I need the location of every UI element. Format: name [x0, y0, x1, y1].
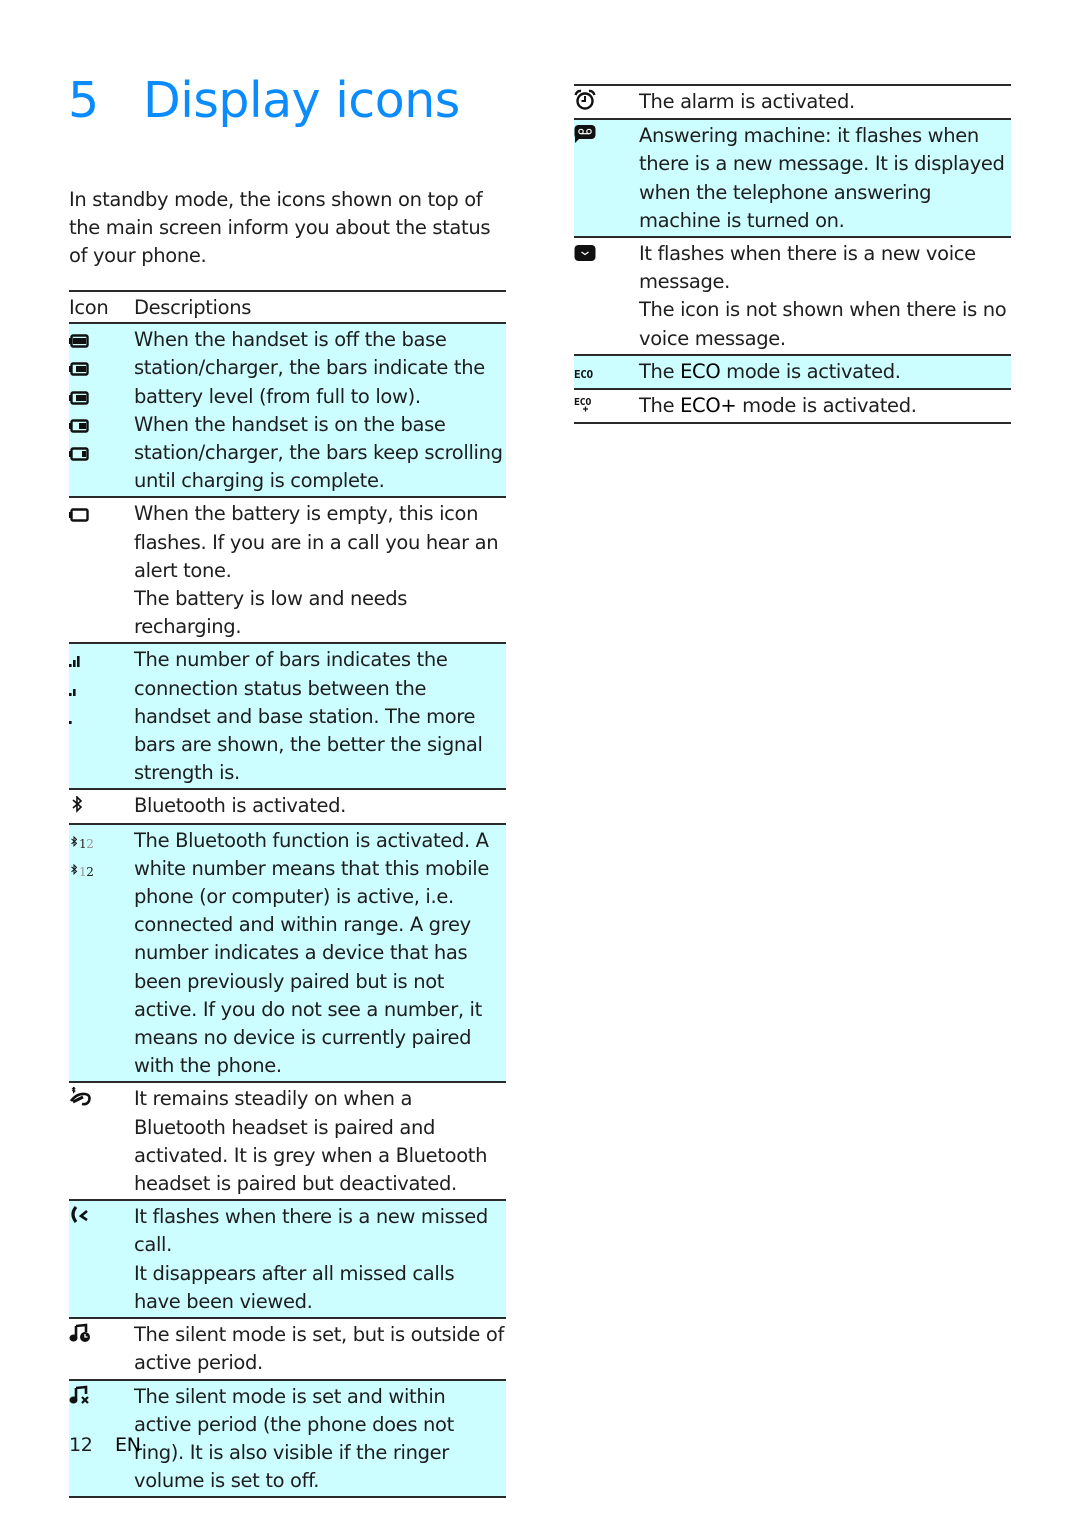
eco-mode-icon: ECO — [574, 360, 598, 388]
page-footer: 12 EN — [69, 1434, 141, 1456]
intro-paragraph: In standby mode, the icons shown on top … — [69, 188, 491, 268]
battery-2-bars-icon — [69, 385, 89, 413]
description-text: The battery is low and needs recharging. — [134, 587, 408, 639]
description-text: The alarm is activated. — [639, 90, 855, 113]
bluetooth-headset-icon — [69, 1086, 93, 1115]
icon-cell: ECO — [574, 389, 639, 425]
description-text: When the battery is empty, this icon fla… — [134, 502, 499, 582]
display-icons-table-continued: The alarm is activated. Answering machine… — [574, 83, 1011, 425]
signal-2-bars-icon — [69, 677, 83, 705]
description-cell: Bluetooth is activated. — [134, 789, 506, 825]
description-text: When the handset is off the base station… — [134, 328, 485, 408]
display-icons-table: Icon Descriptions When the handset is of… — [69, 289, 506, 1499]
icon-cell — [574, 83, 639, 121]
description-text: Answering machine: it flashes when there… — [639, 124, 1005, 232]
description-cell: When the battery is empty, this icon fla… — [134, 497, 506, 645]
description-text: The ECO mode is activated. — [639, 359, 901, 383]
svg-text:ECO: ECO — [574, 397, 591, 408]
battery-full-icon — [69, 328, 89, 356]
table-row: It remains steadily on when a Bluetooth … — [69, 1082, 506, 1202]
icon-cell — [574, 237, 639, 356]
table-row: 12 12 The Bluetooth function is activated.… — [69, 823, 506, 1084]
icon-cell — [69, 497, 134, 645]
voice-message-icon — [574, 242, 596, 270]
icon-cell — [69, 789, 134, 825]
battery-1-bar-icon — [69, 413, 89, 441]
icon-cell: ECO — [574, 354, 639, 391]
table-row: It flashes when there is a new voice mes… — [574, 237, 1011, 356]
description-text: It flashes when there is a new voice mes… — [639, 242, 976, 294]
description-text: When the handset is on the base station/… — [134, 412, 503, 493]
table-row: Bluetooth is activated. — [69, 789, 506, 825]
table-row: When the battery is empty, this icon fla… — [69, 497, 506, 645]
chapter-number: 5 — [68, 72, 99, 129]
description-cell: The ECO+ mode is activated. — [639, 389, 1011, 425]
description-cell: The silent mode is set, but is outside o… — [134, 1318, 506, 1381]
battery-low-icon — [69, 441, 89, 469]
header-descriptions: Descriptions — [134, 289, 506, 325]
table-row: The alarm is activated. — [574, 83, 1011, 121]
table-row: The silent mode is set, but is outside o… — [69, 1318, 506, 1381]
language-code: EN — [115, 1434, 141, 1456]
icon-cell — [574, 119, 639, 238]
description-cell: The alarm is activated. — [639, 83, 1011, 121]
svg-text:ECO: ECO — [574, 368, 594, 380]
description-cell: The Bluetooth function is activated. A w… — [134, 823, 506, 1084]
page-title: 5 Display icons — [68, 72, 460, 129]
table-row: It flashes when there is a new missed ca… — [69, 1200, 506, 1320]
table-header-row: Icon Descriptions — [69, 289, 506, 325]
bluetooth-device-2-active-icon: 12 — [69, 856, 94, 886]
eco-plus-mode-icon: ECO — [574, 394, 598, 422]
description-text: Bluetooth is activated. — [134, 794, 347, 818]
description-cell: It remains steadily on when a Bluetooth … — [134, 1082, 506, 1202]
mode-name: ECO — [680, 359, 721, 383]
description-cell: It flashes when there is a new missed ca… — [134, 1200, 506, 1320]
icon-cell — [69, 1200, 134, 1320]
table-row: ECO The ECO mode is activated. — [574, 354, 1011, 391]
table-row: ECO The ECO+ mode is activated. — [574, 389, 1011, 425]
bluetooth-icon — [69, 794, 85, 822]
description-text: It flashes when there is a new missed ca… — [134, 1205, 488, 1257]
mode-name: ECO+ — [680, 394, 737, 417]
alarm-icon — [574, 89, 596, 119]
silent-mode-active-icon — [69, 1385, 91, 1413]
description-cell: The ECO mode is activated. — [639, 354, 1011, 391]
description-text: The icon is not shown when there is no v… — [639, 298, 1007, 350]
table-row: The number of bars indicates the connect… — [69, 643, 506, 791]
icon-cell: 12 12 — [69, 823, 134, 1084]
signal-3-bars-icon — [69, 648, 83, 676]
description-cell: The number of bars indicates the connect… — [134, 643, 506, 791]
icon-cell — [69, 323, 134, 499]
silent-mode-scheduled-icon — [69, 1323, 91, 1351]
description-text: It disappears after all missed calls hav… — [134, 1261, 455, 1313]
header-icon: Icon — [69, 289, 134, 325]
description-cell: The silent mode is set and within active… — [134, 1379, 506, 1499]
description-text: The silent mode is set, but is outside o… — [134, 1323, 505, 1375]
battery-empty-icon — [69, 502, 89, 530]
description-text: The silent mode is set and within active… — [134, 1384, 454, 1493]
signal-1-bar-icon — [69, 705, 83, 733]
chapter-title: Display icons — [143, 72, 460, 129]
table-row: Answering machine: it flashes when there… — [574, 119, 1011, 238]
missed-call-icon — [69, 1205, 91, 1233]
table-row: When the handset is off the base station… — [69, 323, 506, 499]
icon-cell — [69, 643, 134, 791]
icon-cell — [69, 1082, 134, 1202]
description-text: The Bluetooth function is activated. A w… — [134, 828, 489, 1078]
battery-3-bars-icon — [69, 356, 89, 384]
description-text: The number of bars indicates the connect… — [134, 648, 483, 785]
description-cell: Answering machine: it flashes when there… — [639, 119, 1011, 238]
bluetooth-device-1-active-icon: 12 — [69, 828, 94, 858]
description-cell: It flashes when there is a new voice mes… — [639, 237, 1011, 356]
description-text: The ECO+ mode is activated. — [639, 394, 917, 417]
answering-machine-icon — [574, 124, 596, 152]
icon-cell — [69, 1318, 134, 1381]
page-number: 12 — [69, 1434, 93, 1456]
description-cell: When the handset is off the base station… — [134, 323, 506, 499]
description-text: It remains steadily on when a Bluetooth … — [134, 1087, 488, 1196]
